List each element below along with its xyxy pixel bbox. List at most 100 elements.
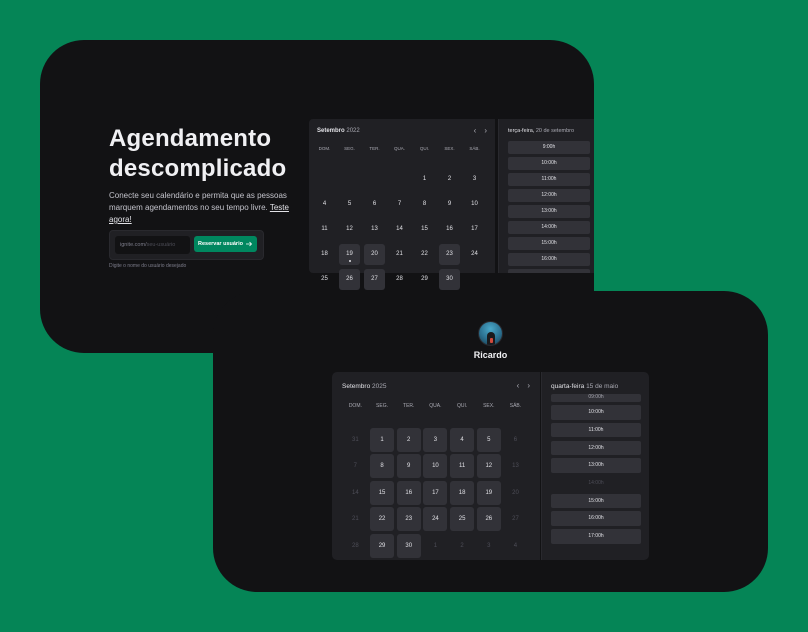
calendar-day[interactable]: 21 [389,244,410,265]
time-slot[interactable]: 11:00h [551,422,641,438]
time-picker-list: 09:00h 10:00h 11:00h 12:00h 13:00h 14:00h 15:0… [551,394,641,544]
time-slot[interactable]: 12:00h [508,189,590,202]
calendar-day[interactable]: 24 [464,244,485,265]
calendar-day[interactable]: 13 [364,219,385,240]
reserve-username-button[interactable]: Reservar usuário [194,236,257,252]
time-slot[interactable]: 15:00h [508,237,590,250]
calendar-year: 2025 [372,383,387,390]
calendar-preview-month: Setembro [317,128,345,134]
time-slot[interactable]: 15:00h [551,493,641,509]
calendar-day[interactable]: 4 [314,194,335,215]
calendar-day[interactable]: 5 [339,194,360,215]
profile-name: Ricardo [473,350,508,360]
time-slot[interactable] [508,269,590,273]
calendar-day[interactable]: 3 [464,169,485,190]
calendar-day[interactable]: 22 [370,507,395,531]
calendar-day[interactable]: 17 [423,480,448,505]
calendar-day-number: 13 [371,226,378,232]
time-slot[interactable]: 13:00h [508,205,590,218]
calendar-day[interactable]: 30 [396,533,421,558]
calendar-day[interactable]: 5 [476,427,501,452]
calendar-day[interactable]: 7 [389,194,410,215]
calendar-empty-cell [339,169,360,190]
calendar-day[interactable]: 19 [476,480,501,505]
calendar-day[interactable]: 11 [314,219,335,240]
calendar-day[interactable]: 8 [414,194,435,215]
calendar-day[interactable]: 17 [464,219,485,240]
calendar-day: 2 [460,542,464,549]
calendar-day[interactable]: 20 [364,244,385,265]
time-slot[interactable]: 16:00h [508,253,590,266]
calendar-day[interactable]: 25 [450,507,475,531]
calendar-day[interactable]: 23 [396,507,421,531]
time-slot[interactable]: 09:00h [551,394,641,402]
calendar-day[interactable]: 18 [450,480,475,505]
time-slot[interactable]: 16:00h [551,511,641,526]
calendar-day[interactable]: 27 [364,269,385,290]
calendar-day[interactable]: 1 [370,427,395,452]
calendar-day[interactable]: 16 [439,219,460,240]
calendar-day[interactable]: 26 [339,269,360,290]
calendar-empty-cell [314,169,335,190]
weekday-label: SEX. [444,146,455,151]
calendar-day[interactable]: 19 [339,244,360,265]
time-slot[interactable]: 9:00h [508,141,590,154]
calendar-grid: DOM. SEG. TER. QUA. QUI. SEX. SÁB. 31 1 2 3 4 5 6 7 8 9 1… [342,401,529,558]
calendar-day[interactable]: 25 [314,269,335,290]
chevron-right-icon[interactable]: › [527,381,530,390]
calendar-day[interactable]: 11 [450,454,475,478]
calendar-day[interactable]: 16 [396,480,421,505]
calendar-day[interactable]: 9 [396,454,421,478]
calendar-day[interactable]: 14 [389,219,410,240]
calendar-day[interactable]: 18 [314,244,335,265]
username-input-prefix: ignite.com/ [120,242,147,248]
calendar-day[interactable]: 15 [370,480,395,505]
time-slot[interactable]: 12:00h [551,440,641,456]
calendar-day[interactable]: 2 [439,169,460,190]
weekday-label: DOM. [348,403,362,409]
calendar-day[interactable]: 6 [364,194,385,215]
time-slot[interactable]: 14:00h [508,221,590,234]
reserve-username-label: Reservar usuário [198,241,243,247]
calendar-day[interactable]: 22 [414,244,435,265]
arrow-right-icon [245,241,253,247]
calendar-day[interactable]: 9 [439,194,460,215]
calendar-day[interactable]: 4 [450,427,475,452]
calendar-day[interactable]: 1 [414,169,435,190]
username-input[interactable]: ignite.com/seu-usuário [115,236,190,254]
calendar-day[interactable]: 2 [396,427,421,452]
calendar-day[interactable]: 24 [423,507,448,531]
calendar-preview: Setembro 2022 ‹ › DOM. SEG. TER. QUA. QUI. SE… [309,119,495,290]
calendar-day[interactable]: 29 [414,269,435,290]
calendar-day-number: 16 [446,226,453,232]
calendar-day: 28 [352,542,359,549]
time-slot[interactable]: 13:00h [551,458,641,473]
calendar-day[interactable]: 8 [370,454,395,478]
chevron-right-icon[interactable]: › [484,126,487,135]
calendar-day[interactable]: 12 [339,219,360,240]
calendar-day-number: 30 [446,276,453,282]
calendar-day-number: 11 [321,226,328,232]
calendar-empty-cell [389,169,410,190]
today-dot-icon [348,260,351,262]
calendar-day[interactable]: 12 [476,454,501,478]
calendar-day[interactable]: 29 [370,533,395,558]
calendar-day[interactable]: 10 [464,194,485,215]
calendar-day[interactable]: 15 [414,219,435,240]
time-slot[interactable]: 10:00h [551,405,641,420]
calendar-empty-cell [464,269,485,290]
calendar-day-number: 10 [471,201,478,207]
calendar-day: 31 [352,436,359,443]
calendar-day[interactable]: 10 [423,454,448,478]
chevron-left-icon[interactable]: ‹ [517,381,520,390]
calendar-day[interactable]: 23 [439,244,460,265]
time-slot[interactable]: 11:00h [508,173,590,186]
calendar-day[interactable]: 3 [423,427,448,452]
chevron-left-icon[interactable]: ‹ [474,126,477,135]
time-slot[interactable]: 10:00h [508,157,590,170]
calendar-day[interactable]: 30 [439,269,460,290]
avatar [478,321,503,346]
calendar-day[interactable]: 26 [476,507,501,531]
calendar-day[interactable]: 28 [389,269,410,290]
time-slot[interactable]: 17:00h [551,529,641,544]
